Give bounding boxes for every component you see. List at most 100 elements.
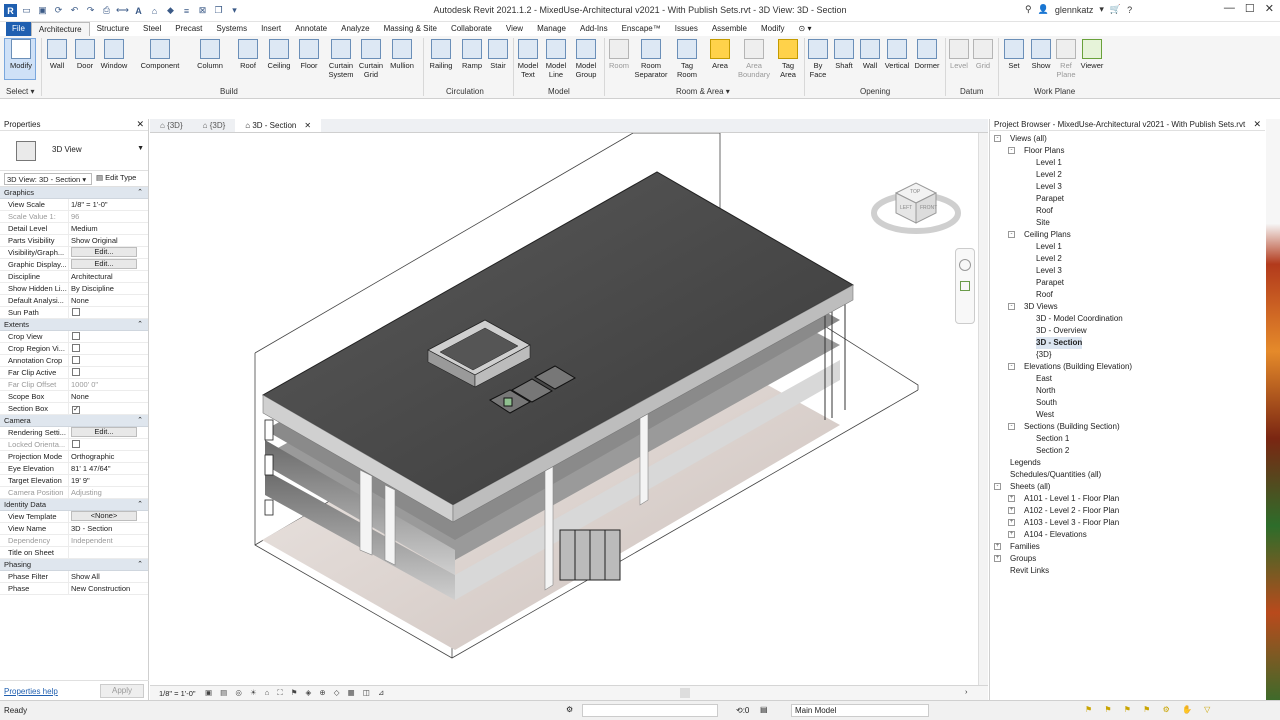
close-icon[interactable]: ✕: [1265, 2, 1274, 15]
instance-selector[interactable]: 3D View: 3D - Section ▾: [4, 173, 92, 185]
property-value[interactable]: Medium: [71, 224, 98, 233]
door-button[interactable]: Door: [74, 39, 96, 70]
steering-wheel-icon[interactable]: [959, 259, 971, 271]
expand-icon[interactable]: +: [994, 543, 1001, 550]
category-identity-data[interactable]: Identity Data ⌃: [0, 499, 148, 511]
shaft-button[interactable]: Shaft: [832, 39, 856, 70]
tab-steel[interactable]: Steel: [136, 22, 168, 36]
checkbox[interactable]: [72, 344, 80, 352]
tab-annotate[interactable]: Annotate: [288, 22, 334, 36]
property-value[interactable]: None: [71, 392, 89, 401]
tab-insert[interactable]: Insert: [254, 22, 288, 36]
model-group-button[interactable]: Model Group: [572, 39, 600, 79]
browser-item-roof[interactable]: Roof: [990, 289, 1266, 301]
collapse-icon[interactable]: ⌃: [137, 559, 143, 571]
browser-item-level-1[interactable]: Level 1: [990, 157, 1266, 169]
type-selector[interactable]: 3D View ▼: [0, 131, 148, 171]
browser-item-families[interactable]: + Families: [990, 541, 1266, 553]
railing-button[interactable]: Railing: [426, 39, 456, 70]
design-option-dropdown[interactable]: Main Model: [791, 704, 929, 717]
tab-view[interactable]: View: [499, 22, 530, 36]
checkbox[interactable]: [72, 356, 80, 364]
model-text-button[interactable]: Model Text: [515, 39, 541, 79]
collapse-icon[interactable]: -: [994, 483, 1001, 490]
wall-button[interactable]: Wall: [46, 39, 68, 70]
tab-massing-site[interactable]: Massing & Site: [377, 22, 444, 36]
browser-item-schedules-quantities-all[interactable]: Schedules/Quantities (all): [990, 469, 1266, 481]
close-icon[interactable]: ✕: [136, 119, 144, 130]
browser-item-a102-level-2-floor-plan[interactable]: + A102 - Level 2 - Floor Plan: [990, 505, 1266, 517]
select-dropdown[interactable]: Select ▾: [6, 87, 34, 96]
collapse-icon[interactable]: ⌃: [137, 415, 143, 427]
modify-button[interactable]: Modify: [6, 39, 36, 70]
browser-item-east[interactable]: East: [990, 373, 1266, 385]
checkbox[interactable]: [72, 308, 80, 316]
component-button[interactable]: Component: [137, 39, 183, 70]
window-button[interactable]: Window: [99, 39, 129, 70]
collapse-icon[interactable]: -: [1008, 303, 1015, 310]
vertical-scrollbar[interactable]: [978, 133, 988, 685]
checkbox[interactable]: ✓: [72, 406, 80, 414]
edit-button[interactable]: Edit...: [71, 259, 137, 269]
checkbox[interactable]: [72, 368, 80, 376]
tab-modify[interactable]: Modify: [754, 22, 792, 36]
property-value[interactable]: Orthographic: [71, 452, 114, 461]
room-button[interactable]: Room: [606, 39, 632, 70]
ceiling-button[interactable]: Ceiling: [264, 39, 294, 70]
room-separator-button[interactable]: Room Separator: [633, 39, 669, 79]
property-value[interactable]: 3D - Section: [71, 524, 112, 533]
workset-dropdown[interactable]: [582, 704, 718, 717]
browser-item-legends[interactable]: Legends: [990, 457, 1266, 469]
expand-icon[interactable]: +: [1008, 507, 1015, 514]
property-value[interactable]: Show All: [71, 572, 100, 581]
property-value[interactable]: New Construction: [71, 584, 130, 593]
tab-collaborate[interactable]: Collaborate: [444, 22, 499, 36]
browser-item-3d-model-coordination[interactable]: 3D - Model Coordination: [990, 313, 1266, 325]
browser-item-section-1[interactable]: Section 1: [990, 433, 1266, 445]
collapse-icon[interactable]: -: [1008, 423, 1015, 430]
set-button[interactable]: Set: [1002, 39, 1026, 70]
tag-area-button[interactable]: Tag Area: [775, 39, 801, 79]
browser-item-3d-section[interactable]: 3D - Section: [990, 337, 1266, 349]
browser-item-a103-level-3-floor-plan[interactable]: + A103 - Level 3 - Floor Plan: [990, 517, 1266, 529]
zoom-icon[interactable]: [960, 281, 970, 291]
browser-item-parapet[interactable]: Parapet: [990, 277, 1266, 289]
tab-manage[interactable]: Manage: [530, 22, 573, 36]
collapse-icon[interactable]: -: [1008, 147, 1015, 154]
ribbon-options-icon[interactable]: ⊙ ▾: [792, 22, 819, 36]
help-icon[interactable]: ?: [1127, 5, 1132, 15]
view-scale[interactable]: 1/8" = 1'-0": [159, 689, 196, 698]
show-button[interactable]: Show: [1028, 39, 1054, 70]
mullion-button[interactable]: Mullion: [386, 39, 418, 70]
minimize-icon[interactable]: —: [1224, 2, 1235, 15]
property-value[interactable]: Architectural: [71, 272, 113, 281]
browser-item-a101-level-1-floor-plan[interactable]: + A101 - Level 1 - Floor Plan: [990, 493, 1266, 505]
collapse-icon[interactable]: -: [1008, 363, 1015, 370]
browser-item-section-2[interactable]: Section 2: [990, 445, 1266, 457]
ramp-button[interactable]: Ramp: [460, 39, 484, 70]
viewer-button[interactable]: Viewer: [1077, 39, 1107, 70]
browser-item-level-3[interactable]: Level 3: [990, 181, 1266, 193]
properties-help-link[interactable]: Properties help: [4, 687, 58, 696]
stair-button[interactable]: Stair: [486, 39, 510, 70]
cart-icon[interactable]: 🛒: [1110, 4, 1121, 15]
scroll-right-icon[interactable]: ›: [965, 687, 968, 696]
search-icon[interactable]: ⚲: [1025, 4, 1032, 15]
browser-item-west[interactable]: West: [990, 409, 1266, 421]
by-face-button[interactable]: By Face: [806, 39, 830, 79]
browser-item-level-2[interactable]: Level 2: [990, 169, 1266, 181]
user-icon[interactable]: 👤: [1038, 4, 1049, 15]
worksets-icon[interactable]: ⚙: [566, 705, 573, 714]
category-phasing[interactable]: Phasing ⌃: [0, 559, 148, 571]
property-value[interactable]: None: [71, 296, 89, 305]
browser-item-a104-elevations[interactable]: + A104 - Elevations: [990, 529, 1266, 541]
grid-button[interactable]: Grid: [972, 39, 994, 70]
tab-file[interactable]: File: [6, 22, 31, 36]
browser-item-3d-views[interactable]: - 3D Views: [990, 301, 1266, 313]
browser-item-revit-links[interactable]: Revit Links: [990, 565, 1266, 577]
browser-item-ceiling-plans[interactable]: - Ceiling Plans: [990, 229, 1266, 241]
browser-item-south[interactable]: South: [990, 397, 1266, 409]
browser-item-sheets-all[interactable]: - Sheets (all): [990, 481, 1266, 493]
collapse-icon[interactable]: -: [1008, 231, 1015, 238]
column-button[interactable]: Column: [194, 39, 226, 70]
